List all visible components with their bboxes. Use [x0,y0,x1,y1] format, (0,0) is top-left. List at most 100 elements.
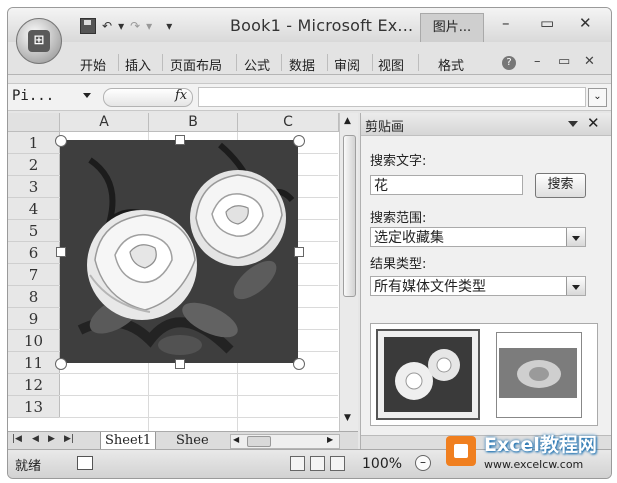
tab-divider [118,54,119,71]
status-ready-text: 就绪 [15,459,42,474]
result-type-dropdown-icon[interactable] [566,277,585,295]
row-header[interactable]: 9 [8,308,60,330]
tab-divider [236,54,237,71]
column-header-c[interactable]: C [238,113,339,132]
row-header[interactable]: 8 [8,286,60,308]
row-header[interactable]: 1 [8,132,60,154]
horizontal-scrollbar[interactable]: ◀ ▶ [230,434,340,449]
vertical-scroll-thumb[interactable] [343,135,356,297]
row-header[interactable]: 6 [8,242,60,264]
tab-formulas[interactable]: 公式 [244,55,270,74]
row-header[interactable]: 12 [8,374,60,396]
vertical-scrollbar[interactable]: ▲ ▼ [339,113,358,431]
row-header[interactable]: 11 [8,352,60,374]
row-header[interactable]: 3 [8,176,60,198]
redo-icon[interactable]: ↷ [130,19,140,33]
resize-handle[interactable] [293,358,305,370]
zoom-out-button[interactable]: – [415,455,431,471]
tab-insert[interactable]: 插入 [125,55,151,74]
undo-icon[interactable]: ↶ [102,19,112,33]
tab-page-layout[interactable]: 页面布局 [170,55,222,74]
page-layout-view-icon[interactable] [310,456,325,471]
prev-sheet-icon[interactable]: ◀ [32,434,39,444]
doc-minimize-button[interactable]: – [534,54,541,69]
gridline [59,395,338,396]
office-button[interactable]: ⊞ [16,18,62,64]
undo-dropdown-icon[interactable]: ▾ [118,19,124,33]
tab-divider [162,54,163,71]
search-button[interactable]: 搜索 [535,173,586,198]
minimize-button[interactable]: – [502,14,510,32]
select-all-corner[interactable] [8,113,60,132]
scroll-left-icon[interactable]: ◀ [233,435,239,444]
watermark-url: www.excelcw.com [484,458,584,471]
tab-review[interactable]: 审阅 [334,55,360,74]
result-thumbnail-roses[interactable] [376,329,480,420]
row-header[interactable]: 2 [8,154,60,176]
row-header[interactable]: 4 [8,198,60,220]
row-header[interactable]: 10 [8,330,60,352]
row-header[interactable]: 7 [8,264,60,286]
result-type-select[interactable]: 所有媒体文件类型 [370,276,586,296]
next-sheet-icon[interactable]: ▶ [48,434,55,444]
zoom-level[interactable]: 100% [362,456,402,472]
resize-handle[interactable] [56,247,66,257]
doc-restore-button[interactable]: ▭ [558,54,570,69]
macro-record-icon[interactable] [77,456,93,470]
horizontal-scroll-thumb[interactable] [247,436,271,447]
sheet-tab-sheet1[interactable]: Sheet1 [100,432,157,450]
doc-close-button[interactable]: ✕ [584,54,595,69]
maximize-button[interactable]: ▭ [540,14,554,32]
scroll-up-icon[interactable]: ▲ [344,116,351,126]
task-pane-close-button[interactable]: ✕ [587,114,600,132]
row-header[interactable]: 5 [8,220,60,242]
save-icon[interactable] [80,18,96,34]
roses-clip-art-picture[interactable] [60,140,298,363]
formula-input[interactable] [198,87,586,107]
normal-view-icon[interactable] [290,456,305,471]
picture-tools-context-tab[interactable]: 图片... [420,13,484,43]
search-scope-value: 选定收藏集 [374,230,444,246]
close-button[interactable]: ✕ [579,14,592,32]
resize-handle[interactable] [293,135,305,147]
resize-handle[interactable] [175,135,185,145]
result-thumbnail-photo[interactable] [496,332,582,418]
task-pane-title: 剪贴画 [365,120,405,135]
result-type-label: 结果类型: [370,257,427,272]
flower-photo-thumbnail-image [499,348,577,398]
watermark-logo-icon [446,436,476,466]
scroll-down-icon[interactable]: ▼ [344,413,351,423]
search-scope-select[interactable]: 选定收藏集 [370,227,586,247]
search-scope-dropdown-icon[interactable] [566,228,585,246]
column-header-a[interactable]: A [60,113,149,132]
expand-formula-bar-button[interactable]: ⌄ [588,88,607,107]
task-pane-options-icon[interactable] [568,121,578,127]
worksheet-grid[interactable]: A B C 1 2 3 4 5 6 7 8 9 10 11 12 13 ▲ ▼ [8,113,358,431]
scroll-right-icon[interactable]: ▶ [327,435,333,444]
resize-handle[interactable] [294,247,304,257]
tab-view[interactable]: 视图 [378,55,404,74]
page-break-view-icon[interactable] [330,456,345,471]
tab-divider [372,54,373,71]
column-header-b[interactable]: B [149,113,238,132]
name-box-dropdown-icon[interactable] [83,93,91,98]
redo-dropdown-icon[interactable]: ▾ [146,19,152,33]
tab-data[interactable]: 数据 [289,55,315,74]
first-sheet-icon[interactable]: |◀ [12,434,22,444]
resize-handle[interactable] [55,135,67,147]
tab-format[interactable]: 格式 [438,55,464,74]
task-pane-header: 剪贴画 ✕ [361,113,611,136]
name-box[interactable]: Pi... [12,87,92,106]
tab-home[interactable]: 开始 [80,55,106,74]
customize-qat-icon[interactable]: ▾ [166,19,172,33]
sheet-tab-sheet2[interactable]: Shee [172,432,213,449]
resize-handle[interactable] [175,359,185,369]
ribbon-tabs: 开始 插入 页面布局 公式 数据 审阅 视图 格式 ? – ▭ ✕ [8,42,611,75]
resize-handle[interactable] [55,358,67,370]
last-sheet-icon[interactable]: ▶| [64,434,74,444]
search-text-input[interactable]: 花 [370,175,523,195]
row-header[interactable]: 13 [8,396,60,418]
help-button[interactable]: ? [502,54,516,70]
excel-window: ↶ ▾ ↷ ▾ ▾ Book1 - Microsoft Ex... 图片... … [7,7,612,479]
insert-function-icon[interactable]: fx [175,88,187,103]
